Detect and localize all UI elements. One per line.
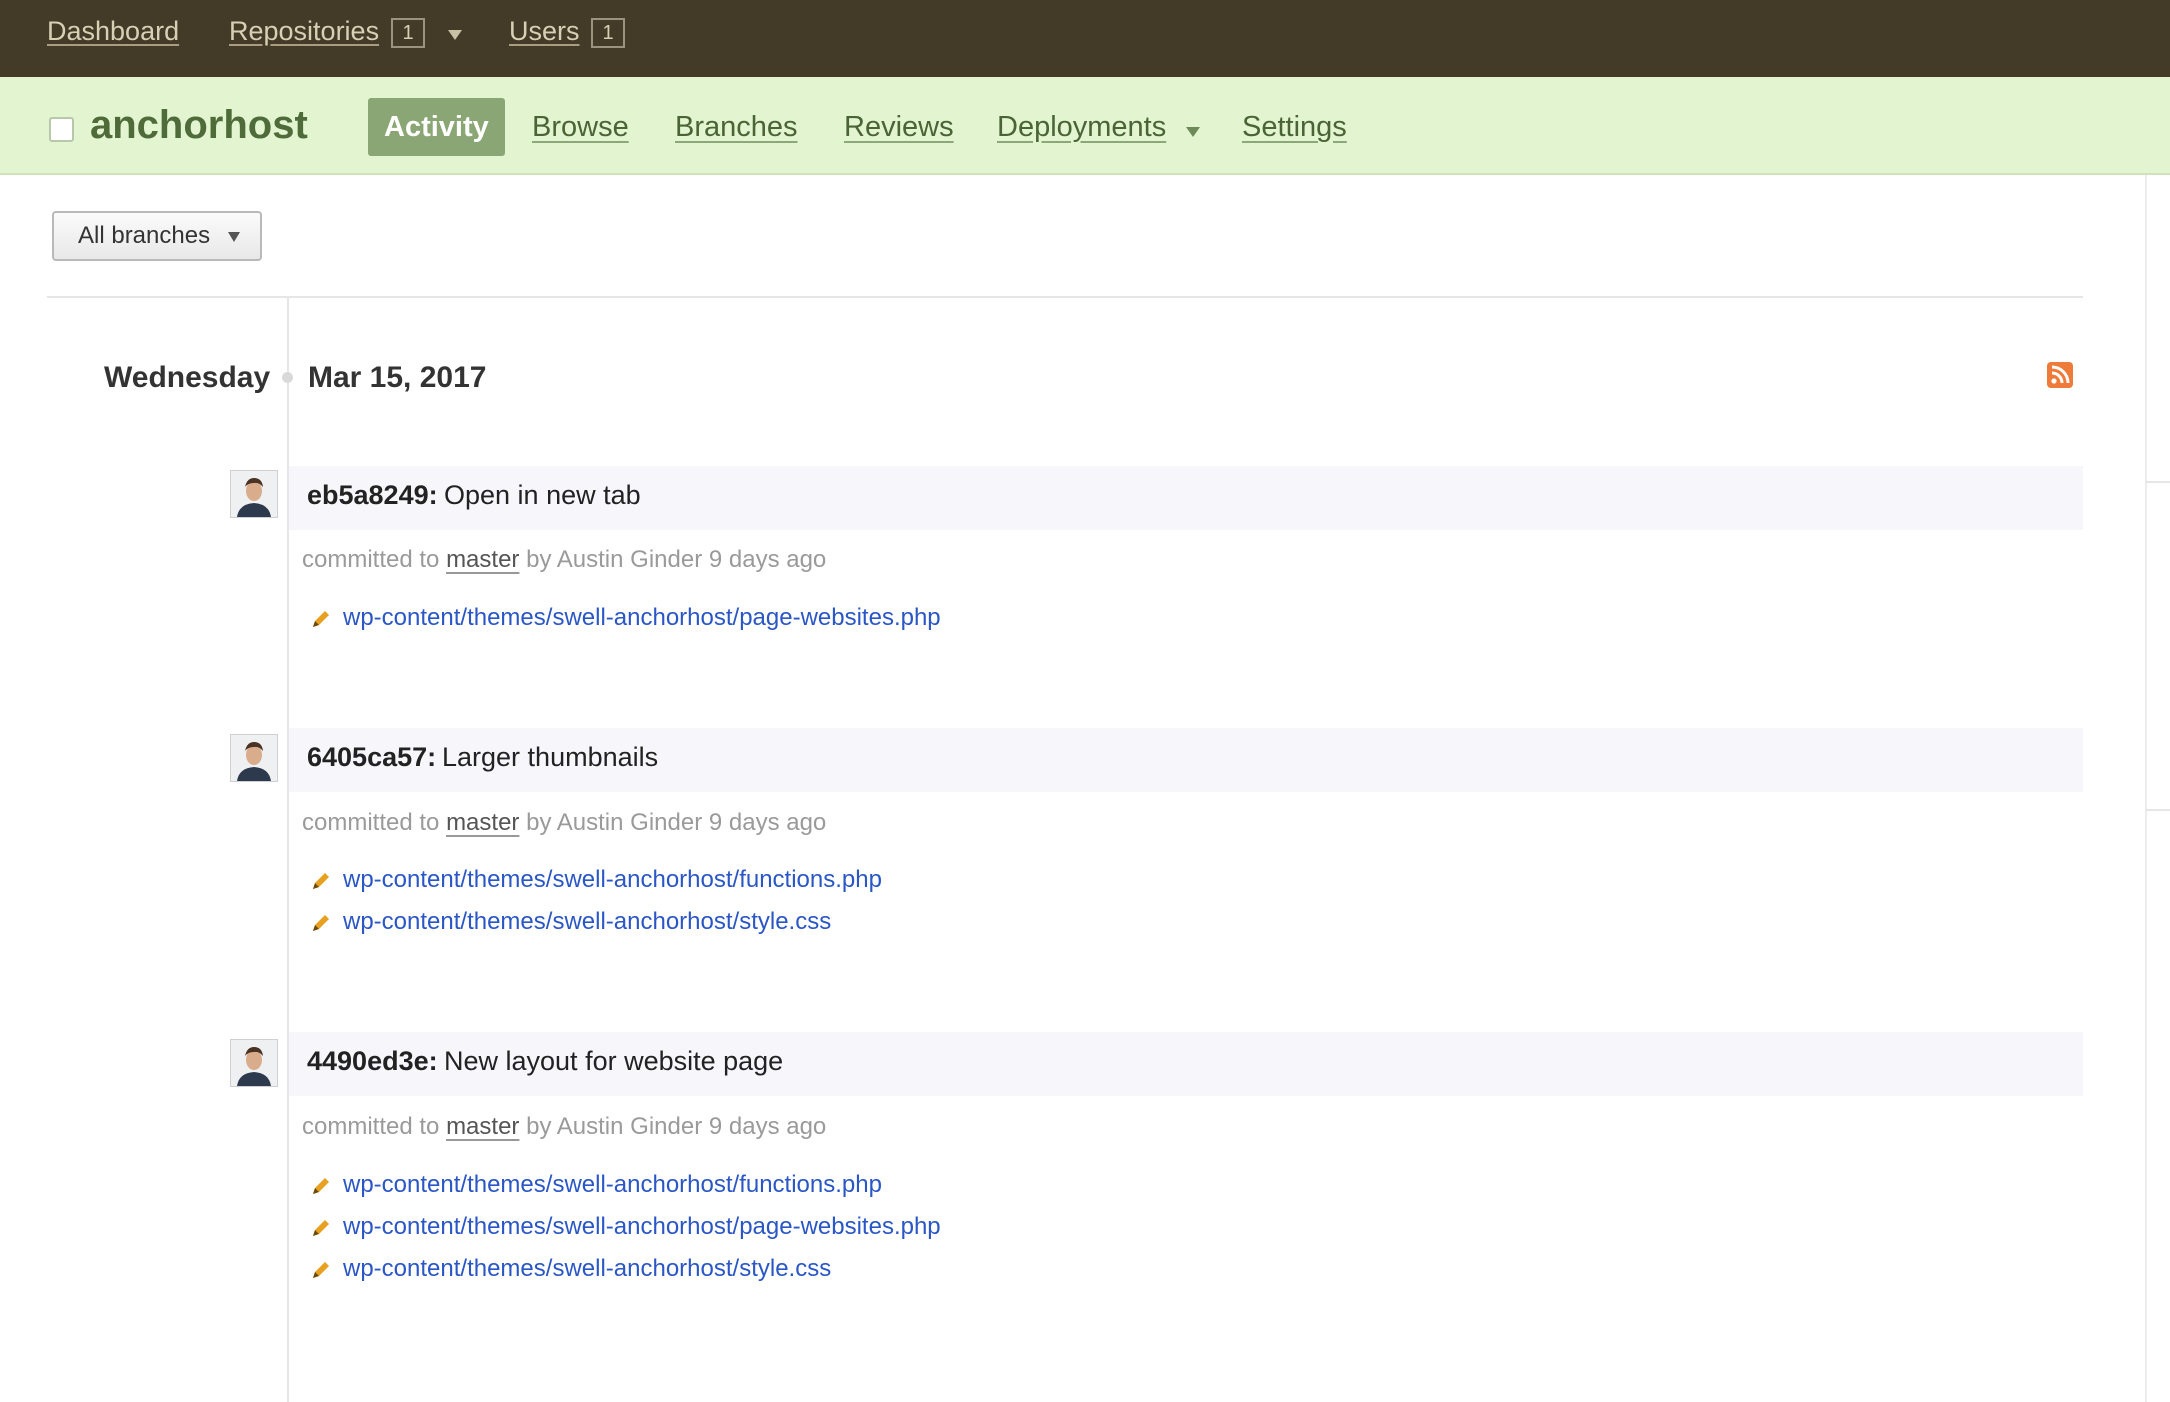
tab-settings[interactable]: Settings xyxy=(1242,111,1347,144)
branch-link[interactable]: master xyxy=(446,809,519,836)
commit-id-link[interactable]: 6405ca57: xyxy=(307,742,436,773)
repositories-dropdown-icon[interactable] xyxy=(448,30,462,40)
pencil-icon xyxy=(313,915,329,931)
commit-id-link[interactable]: eb5a8249: xyxy=(307,480,438,511)
users-count-badge: 1 xyxy=(591,18,625,48)
meta-author-time: by Austin Ginder 9 days ago xyxy=(526,809,827,836)
avatar[interactable] xyxy=(230,1039,278,1087)
scrollbar-track[interactable] xyxy=(2145,175,2147,1402)
branch-link[interactable]: master xyxy=(446,1113,519,1140)
commit-header: 4490ed3e: New layout for website page xyxy=(289,1032,2083,1096)
tab-branches[interactable]: Branches xyxy=(675,111,798,144)
repository-header: anchorhost Activity Browse Branches Revi… xyxy=(0,77,2170,175)
file-path-link[interactable]: wp-content/themes/swell-anchorhost/style… xyxy=(343,1255,831,1283)
tab-reviews[interactable]: Reviews xyxy=(844,111,954,144)
repository-name[interactable]: anchorhost xyxy=(90,103,308,148)
branch-filter-select[interactable]: All branches xyxy=(52,211,262,261)
meta-author-time: by Austin Ginder 9 days ago xyxy=(526,1113,827,1140)
commit-header: eb5a8249: Open in new tab xyxy=(289,466,2083,530)
nav-repositories-link[interactable]: Repositories xyxy=(229,16,379,47)
chevron-down-icon xyxy=(228,232,240,242)
tab-browse[interactable]: Browse xyxy=(532,111,629,144)
meta-prefix: committed to xyxy=(302,546,440,573)
branch-link[interactable]: master xyxy=(446,546,519,573)
commit-id-link[interactable]: 4490ed3e: xyxy=(307,1046,438,1077)
repositories-count-badge: 1 xyxy=(391,18,425,48)
pencil-icon xyxy=(313,1178,329,1194)
pencil-icon xyxy=(313,873,329,889)
commit-meta: committed to master by Austin Ginder 9 d… xyxy=(302,1113,826,1141)
file-path-link[interactable]: wp-content/themes/swell-anchorhost/funct… xyxy=(343,866,882,894)
branch-filter-label: All branches xyxy=(78,222,211,249)
timeline-line xyxy=(287,298,289,1402)
tab-activity[interactable]: Activity xyxy=(368,98,505,156)
file-path-link[interactable]: wp-content/themes/swell-anchorhost/funct… xyxy=(343,1171,882,1199)
scrollbar-divider xyxy=(2145,481,2170,483)
nav-users-link[interactable]: Users xyxy=(509,16,580,47)
section-divider xyxy=(47,296,2083,298)
tab-deployments[interactable]: Deployments xyxy=(997,111,1166,144)
day-date: Mar 15, 2017 xyxy=(308,361,487,394)
pencil-icon xyxy=(313,1262,329,1278)
meta-prefix: committed to xyxy=(302,809,440,836)
commit-message[interactable]: New layout for website page xyxy=(444,1046,783,1077)
avatar[interactable] xyxy=(230,470,278,518)
nav-dashboard-link[interactable]: Dashboard xyxy=(47,16,179,47)
timeline-dot xyxy=(282,372,293,383)
meta-author-time: by Austin Ginder 9 days ago xyxy=(526,546,827,573)
meta-prefix: committed to xyxy=(302,1113,440,1140)
file-path-link[interactable]: wp-content/themes/swell-anchorhost/style… xyxy=(343,908,831,936)
day-name: Wednesday xyxy=(104,361,271,394)
commit-header: 6405ca57: Larger thumbnails xyxy=(289,728,2083,792)
repository-checkbox[interactable] xyxy=(49,117,74,142)
file-path-link[interactable]: wp-content/themes/swell-anchorhost/page-… xyxy=(343,1213,941,1241)
pencil-icon xyxy=(313,611,329,627)
avatar[interactable] xyxy=(230,734,278,782)
pencil-icon xyxy=(313,1220,329,1236)
commit-message[interactable]: Larger thumbnails xyxy=(442,742,658,773)
commit-meta: committed to master by Austin Ginder 9 d… xyxy=(302,546,826,574)
commit-message[interactable]: Open in new tab xyxy=(444,480,641,511)
deployments-dropdown-icon[interactable] xyxy=(1186,127,1200,137)
file-path-link[interactable]: wp-content/themes/swell-anchorhost/page-… xyxy=(343,604,941,632)
rss-feed-icon[interactable] xyxy=(2047,362,2073,388)
top-navigation-bar: Dashboard Repositories 1 Users 1 xyxy=(0,0,2170,77)
scrollbar-divider xyxy=(2145,809,2170,811)
commit-meta: committed to master by Austin Ginder 9 d… xyxy=(302,809,826,837)
